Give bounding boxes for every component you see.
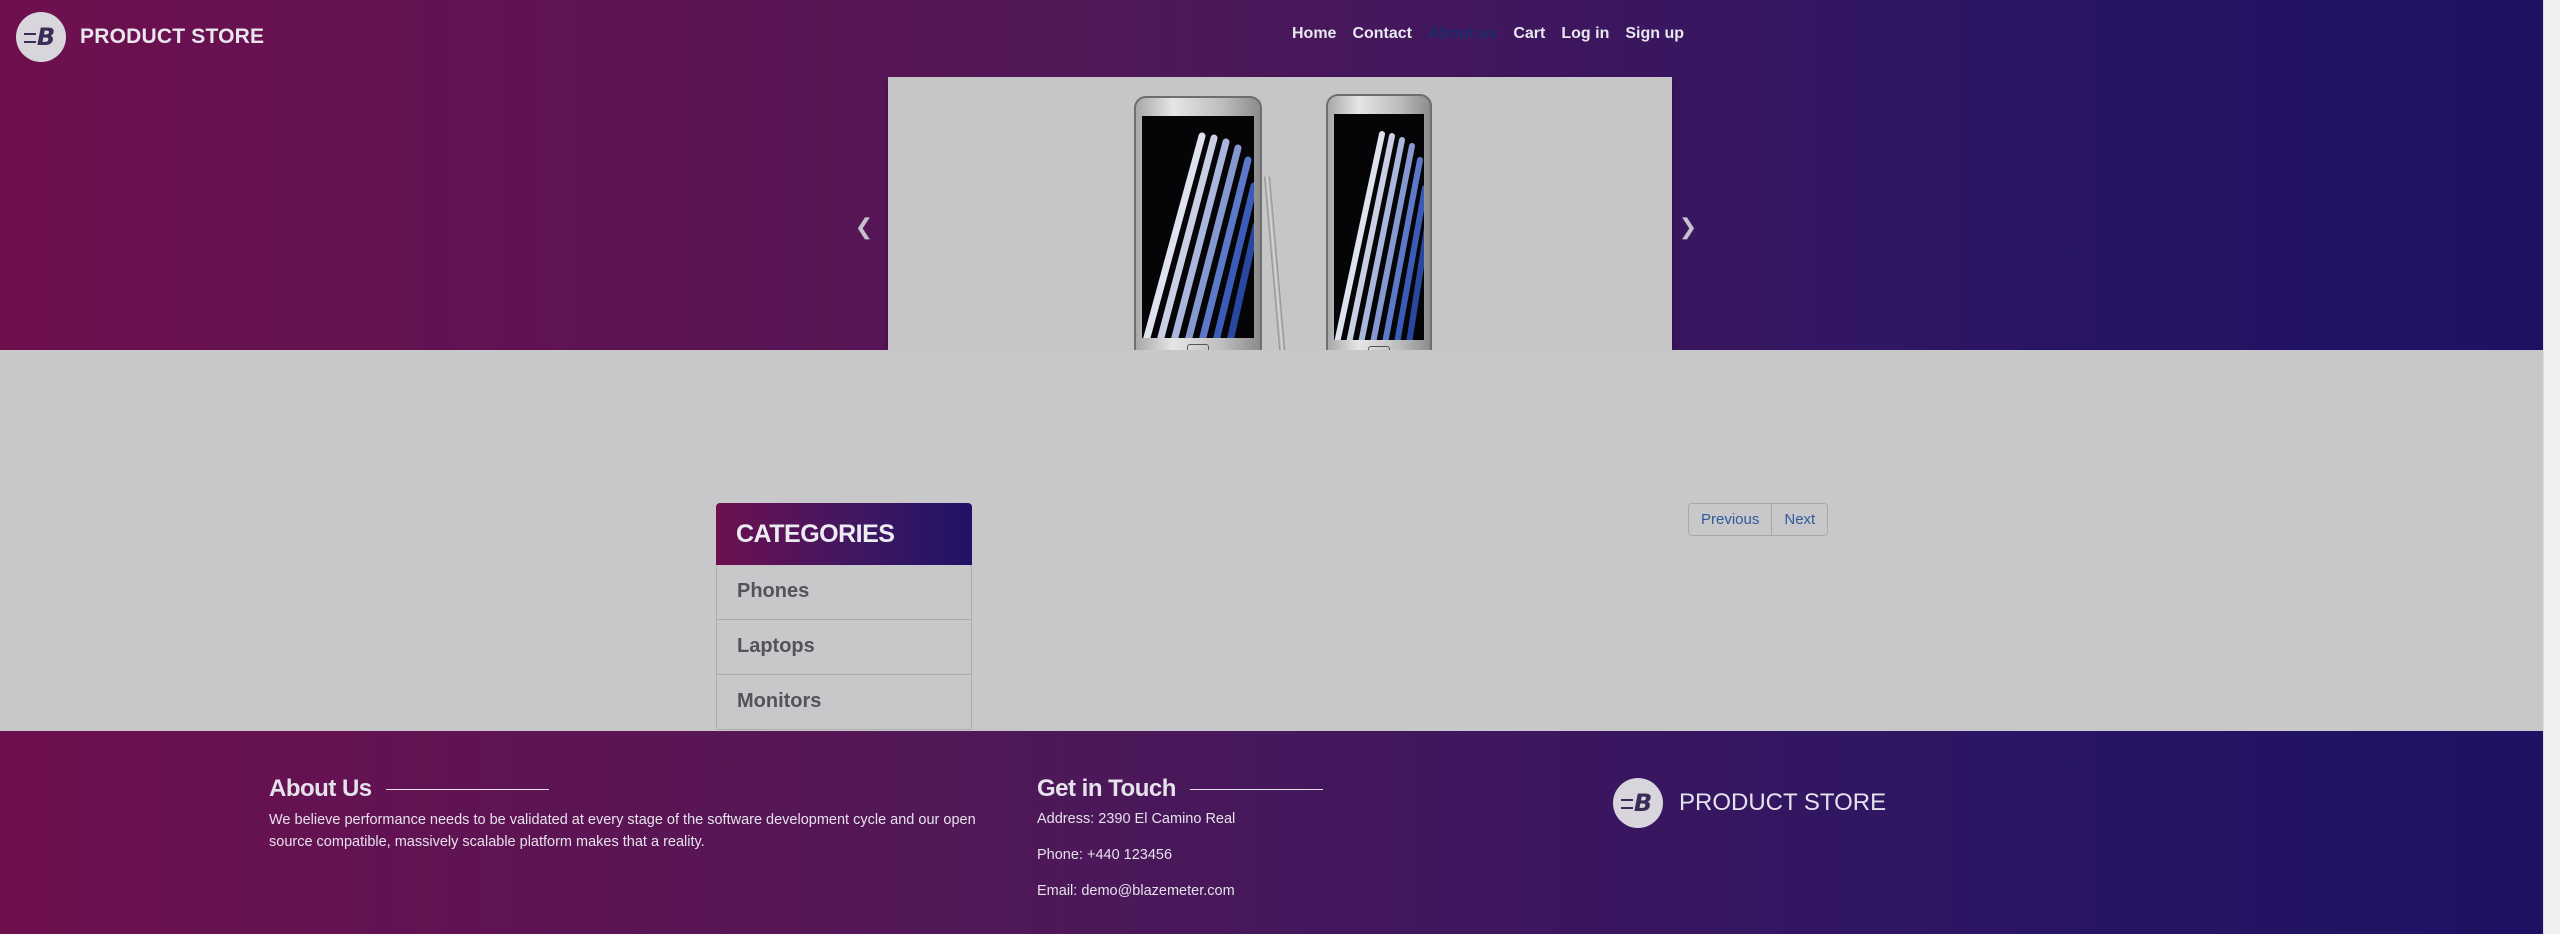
nav-contact-link[interactable]: Contact [1344, 25, 1420, 43]
footer-contact-divider [1189, 788, 1323, 790]
nav-home-link[interactable]: Home [1284, 25, 1344, 43]
footer-about-title: About Us [269, 775, 372, 802]
pagination-next-button[interactable]: Next [1771, 504, 1828, 535]
chevron-left-icon: ❮ [854, 215, 874, 240]
footer-phone: Phone: +440 123456 [1037, 847, 1173, 863]
footer-brand-name: PRODUCT STORE [1679, 789, 1887, 816]
nav-signup-link[interactable]: Sign up [1617, 25, 1692, 43]
nav-login-link[interactable]: Log in [1553, 25, 1617, 43]
nav-cart-link[interactable]: Cart [1505, 25, 1553, 43]
carousel-slide [888, 77, 1672, 383]
pagination-previous-button[interactable]: Previous [1689, 504, 1772, 535]
footer-contact-title: Get in Touch [1037, 775, 1176, 802]
categories-list: CATEGORIES Phones Laptops Monitors [716, 503, 972, 730]
vertical-scrollbar[interactable] [2543, 0, 2560, 934]
nav-links: Home Contact About us Cart Log in Sign u… [1284, 25, 1692, 43]
navbar: B PRODUCT STORE Home Contact About us Ca… [0, 0, 2543, 72]
footer-about-divider [385, 788, 549, 790]
brand-name: PRODUCT STORE [80, 25, 265, 48]
footer-email: Email: demo@blazemeter.com [1037, 883, 1235, 899]
footer: About Us We believe performance needs to… [0, 731, 2543, 934]
footer-brand: B PRODUCT STORE [1613, 778, 1886, 828]
chevron-right-icon: ❯ [1678, 215, 1698, 240]
content-area [0, 350, 2543, 731]
brand-logo-icon: B [16, 12, 66, 62]
footer-contact: Get in Touch Address: 2390 El Camino Rea… [1037, 775, 1457, 899]
brand-link[interactable]: B PRODUCT STORE [16, 12, 264, 62]
category-phones[interactable]: Phones [716, 565, 972, 620]
pagination: Previous Next [1688, 503, 1829, 536]
footer-about-text: We believe performance needs to be valid… [269, 812, 976, 850]
footer-address: Address: 2390 El Camino Real [1037, 811, 1236, 827]
category-monitors[interactable]: Monitors [716, 675, 972, 730]
categories-header[interactable]: CATEGORIES [716, 503, 972, 565]
carousel-prev-button[interactable]: ❮ [854, 216, 874, 240]
category-laptops[interactable]: Laptops [716, 620, 972, 675]
nav-about-us-link[interactable]: About us [1420, 25, 1505, 43]
footer-logo-icon: B [1613, 778, 1663, 828]
carousel-next-button[interactable]: ❯ [1678, 216, 1698, 240]
footer-about: About Us We believe performance needs to… [269, 775, 989, 853]
